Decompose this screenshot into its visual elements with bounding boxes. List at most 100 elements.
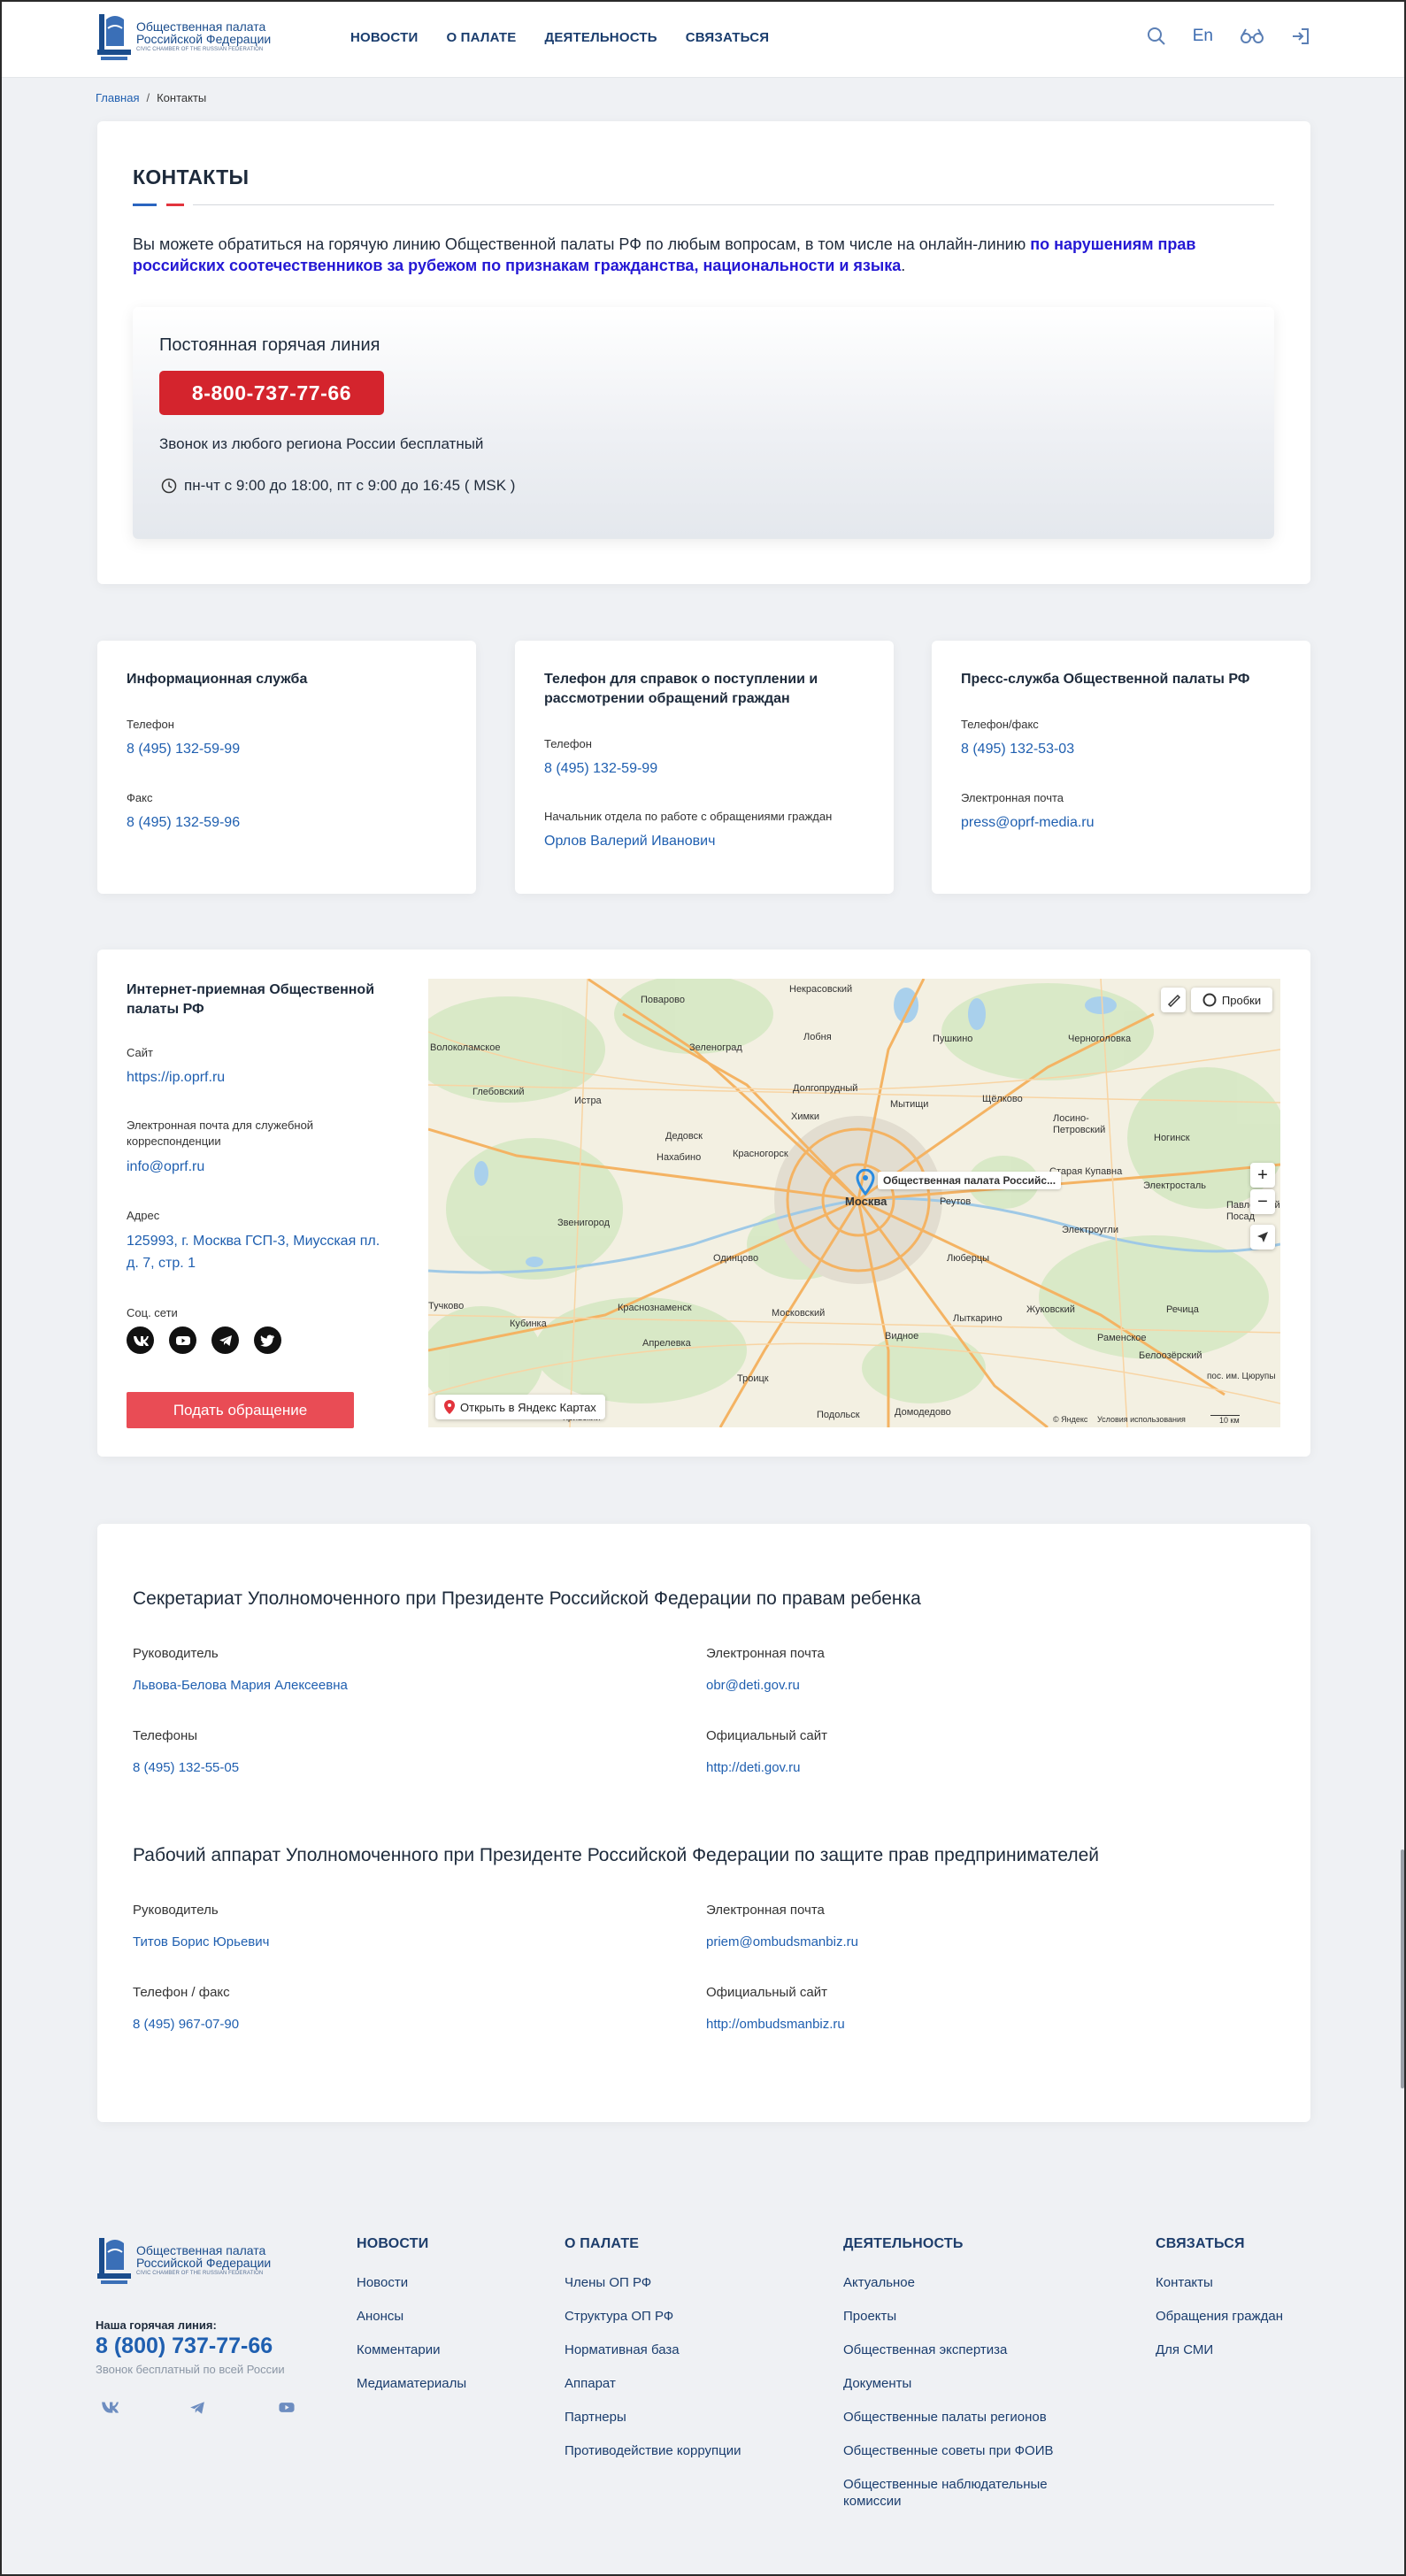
- site-logo[interactable]: Общественная палата Российской Федерации…: [96, 9, 273, 64]
- email-link[interactable]: press@oprf-media.ru: [961, 815, 1095, 831]
- logo-line-3: CIVIC CHAMBER OF THE RUSSIAN FEDERATION: [136, 2271, 264, 2277]
- map-place: Истра: [574, 1096, 602, 1106]
- press-service-card: Пресс-служба Общественной палаты РФ Теле…: [932, 641, 1310, 894]
- ruler-icon[interactable]: [1161, 988, 1186, 1012]
- footer-link[interactable]: Общественные наблюдательные комиссии: [843, 2476, 1073, 2510]
- hotline-hours-text: пн-чт с 9:00 до 18:00, пт с 9:00 до 16:4…: [184, 477, 516, 494]
- footer-link[interactable]: Обращения граждан: [1156, 2308, 1283, 2325]
- zoom-out-button[interactable]: −: [1250, 1189, 1275, 1214]
- footer-link[interactable]: Противодействие коррупции: [565, 2442, 741, 2459]
- footer-link[interactable]: Структура ОП РФ: [565, 2308, 741, 2325]
- site-header: Общественная палата Российской Федерации…: [0, 0, 1406, 78]
- footer-link[interactable]: Проекты: [843, 2308, 1073, 2325]
- footer-link[interactable]: Члены ОП РФ: [565, 2274, 741, 2291]
- map-pin-icon: [444, 1400, 455, 1414]
- contacts-card: КОНТАКТЫ Вы можете обратиться на горячую…: [97, 121, 1310, 584]
- map-place: Кубинка: [510, 1319, 547, 1329]
- footer-link[interactable]: Анонсы: [357, 2308, 466, 2325]
- intro-plain: Вы можете обратиться на горячую линию Об…: [133, 235, 1031, 253]
- footer-link[interactable]: Общественная экспертиза: [843, 2341, 1073, 2358]
- yandex-map[interactable]: Поварово Некрасовский Пушкино Черноголов…: [428, 979, 1280, 1427]
- nav-activity[interactable]: ДЕЯТЕЛЬНОСТЬ: [544, 30, 657, 45]
- footer-link[interactable]: Партнеры: [565, 2409, 741, 2426]
- open-in-yandex-maps-link[interactable]: Открыть в Яндекс Картах: [435, 1395, 605, 1419]
- phone-fax-link[interactable]: 8 (495) 967-07-90: [133, 2017, 239, 2032]
- footer-link[interactable]: Документы: [843, 2375, 1073, 2392]
- email-link[interactable]: obr@deti.gov.ru: [706, 1678, 800, 1693]
- map-place: Речица: [1166, 1304, 1199, 1315]
- footer-link[interactable]: Общественные советы при ФОИВ: [843, 2442, 1073, 2459]
- submit-appeal-button[interactable]: Подать обращение: [127, 1392, 354, 1428]
- youtube-icon[interactable]: [278, 2401, 296, 2418]
- breadcrumb-separator: /: [146, 91, 150, 104]
- footer-link[interactable]: Медиаматериалы: [357, 2375, 466, 2392]
- footer-link[interactable]: Актуальное: [843, 2274, 1073, 2291]
- map-copyright: © Яндекс: [1053, 1415, 1088, 1424]
- map-marker-label[interactable]: Общественная палата Российс...: [878, 1172, 1062, 1189]
- site-link[interactable]: http://deti.gov.ru: [706, 1760, 800, 1775]
- head-link[interactable]: Львова-Белова Мария Алексеевна: [133, 1678, 348, 1693]
- footer-link[interactable]: Общественные палаты регионов: [843, 2409, 1073, 2426]
- site-link[interactable]: http://ombudsmanbiz.ru: [706, 2017, 845, 2032]
- map-place: Щёлково: [982, 1094, 1023, 1104]
- address-link[interactable]: 125993, г. Москва ГСП-3, Миусская пл. д.…: [127, 1230, 383, 1274]
- map-marker-icon[interactable]: [856, 1169, 875, 1196]
- language-switch[interactable]: En: [1193, 27, 1213, 46]
- geolocation-icon[interactable]: [1250, 1225, 1275, 1250]
- zoom-in-button[interactable]: +: [1250, 1163, 1275, 1188]
- hotline-phone-button[interactable]: 8-800-737-77-66: [159, 371, 384, 415]
- map-place: Лосино-Петровский: [1053, 1113, 1106, 1135]
- chamber-emblem-icon: [97, 14, 131, 60]
- phone-link[interactable]: 8 (495) 132-59-99: [127, 742, 240, 757]
- traffic-button[interactable]: Пробки: [1191, 988, 1272, 1012]
- footer-link[interactable]: Нормативная база: [565, 2341, 741, 2358]
- footer-column-title: ДЕЯТЕЛЬНОСТЬ: [843, 2236, 964, 2251]
- youtube-icon[interactable]: [169, 1326, 196, 1354]
- department-head-link[interactable]: Орлов Валерий Иванович: [544, 834, 715, 850]
- head-link[interactable]: Титов Борис Юрьевич: [133, 1934, 269, 1949]
- fax-link[interactable]: 8 (495) 132-59-96: [127, 815, 240, 831]
- footer-column-title: НОВОСТИ: [357, 2236, 429, 2251]
- map-place: Дедовск: [665, 1131, 703, 1142]
- map-place: Нахабино: [657, 1152, 702, 1163]
- footer-hotline-phone[interactable]: 8 (800) 737-77-66: [96, 2334, 273, 2359]
- search-icon[interactable]: [1147, 27, 1166, 46]
- internet-reception-card: Интернет-приемная Общественной палаты РФ…: [97, 950, 1310, 1457]
- footer-link[interactable]: Аппарат: [565, 2375, 741, 2392]
- vk-icon[interactable]: [127, 1326, 154, 1354]
- site-link[interactable]: https://ip.oprf.ru: [127, 1066, 225, 1088]
- phone-link[interactable]: 8 (495) 132-59-99: [544, 761, 657, 777]
- map-terms-link[interactable]: Условия использования: [1097, 1415, 1186, 1424]
- nav-contact[interactable]: СВЯЗАТЬСЯ: [686, 30, 770, 45]
- twitter-icon[interactable]: [254, 1326, 281, 1354]
- intro-text: Вы можете обратиться на горячую линию Об…: [133, 234, 1283, 276]
- phone-fax-link[interactable]: 8 (495) 132-53-03: [961, 742, 1074, 757]
- open-in-yandex-maps-label: Открыть в Яндекс Картах: [460, 1400, 596, 1414]
- email-link[interactable]: priem@ombudsmanbiz.ru: [706, 1934, 858, 1949]
- page-scrollbar[interactable]: [1401, 1849, 1404, 2088]
- breadcrumb-home[interactable]: Главная: [96, 91, 139, 104]
- socials-label: Соц. сети: [127, 1306, 178, 1319]
- nav-news[interactable]: НОВОСТИ: [350, 30, 418, 45]
- footer-link[interactable]: Для СМИ: [1156, 2341, 1283, 2358]
- footer-link[interactable]: Контакты: [1156, 2274, 1283, 2291]
- clock-icon: [161, 478, 177, 494]
- footer-link[interactable]: Комментарии: [357, 2341, 466, 2358]
- logo-line-2: Российской Федерации: [136, 32, 272, 47]
- telegram-icon[interactable]: [211, 1326, 239, 1354]
- footer-column-title: СВЯЗАТЬСЯ: [1156, 2236, 1245, 2251]
- hotline-title: Постоянная горячая линия: [159, 335, 380, 355]
- map-place: Глебовский: [473, 1087, 525, 1097]
- footer-link[interactable]: Новости: [357, 2274, 466, 2291]
- breadcrumb-current: Контакты: [157, 91, 207, 104]
- vk-icon[interactable]: [101, 2401, 119, 2418]
- email-link[interactable]: info@oprf.ru: [127, 1156, 204, 1178]
- nav-about[interactable]: О ПАЛАТЕ: [446, 30, 516, 45]
- accessibility-glasses-icon[interactable]: [1240, 27, 1264, 45]
- login-icon[interactable]: [1291, 27, 1310, 46]
- footer-logo[interactable]: Общественная палата Российской Федерации…: [96, 2234, 271, 2286]
- phones-link[interactable]: 8 (495) 132-55-05: [133, 1760, 239, 1775]
- map-place-moscow: Москва: [845, 1195, 887, 1208]
- telegram-icon[interactable]: [189, 2401, 205, 2419]
- map-place: Электроугли: [1062, 1225, 1118, 1235]
